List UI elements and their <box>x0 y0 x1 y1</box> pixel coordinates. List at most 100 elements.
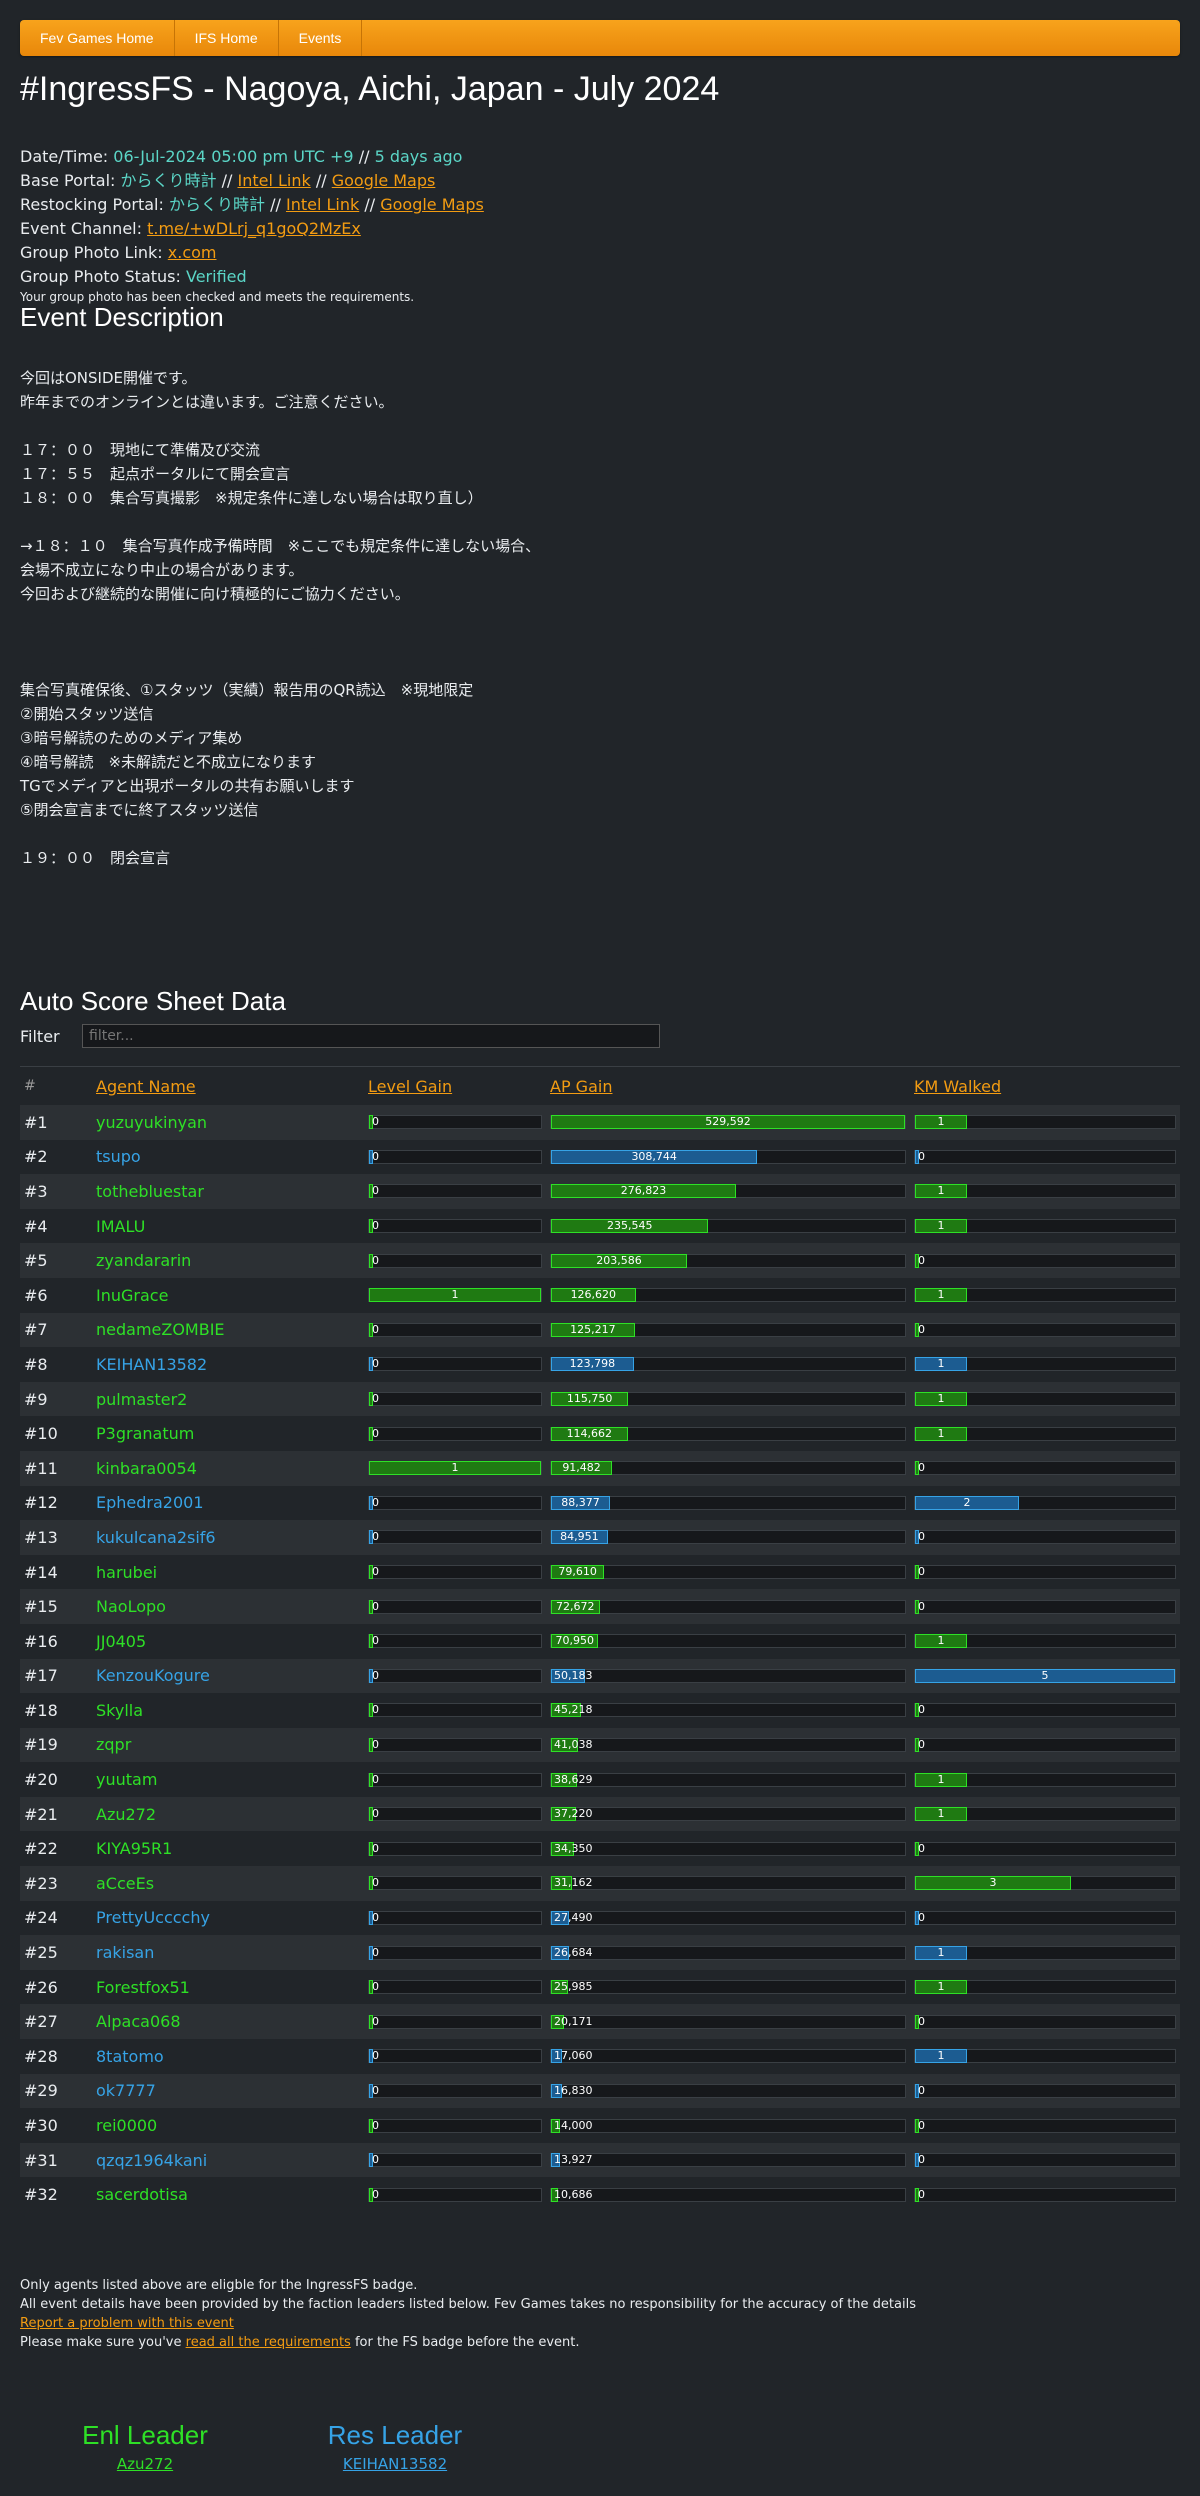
level-gain-cell: 0 <box>364 1693 546 1728</box>
ap-gain-cell: 16,830 <box>546 2073 910 2109</box>
ap-gain-cell: 38,629 <box>546 1762 910 1797</box>
agent-name-cell: rei0000 <box>96 2116 158 2136</box>
header-level-gain[interactable]: Level Gain <box>364 1066 546 1105</box>
footer-disclaimer: All event details have been provided by … <box>20 2297 916 2312</box>
restock-maps-link[interactable]: Google Maps <box>380 195 484 214</box>
km-walked-cell: 0 <box>910 1243 1180 1278</box>
ap-gain-bar-track: 10,686 <box>550 2187 906 2202</box>
ap-gain-bar: 84,951 <box>551 1530 608 1545</box>
rank-cell: #24 <box>24 1908 58 1928</box>
level-gain-bar: 0 <box>369 1737 379 1752</box>
page-title: #IngressFS - Nagoya, Aichi, Japan - July… <box>20 70 720 108</box>
km-walked-bar: 0 <box>915 1737 925 1752</box>
restock-intel-link[interactable]: Intel Link <box>286 195 359 214</box>
ap-gain-cell: 20,171 <box>546 2004 910 2040</box>
event-channel-link[interactable]: t.me/+wDLrj_q1goQ2MzEx <box>147 219 361 238</box>
base-intel-link[interactable]: Intel Link <box>237 171 310 190</box>
ap-gain-bar: 72,672 <box>551 1599 600 1614</box>
restock-portal-row: Restocking Portal: からくり時計 // Intel Link … <box>20 193 484 217</box>
group-photo-status-value: Verified <box>186 267 247 286</box>
level-gain-bar-track: 0 <box>368 1495 542 1510</box>
ap-gain-bar-track: 25,985 <box>550 1980 906 1995</box>
ap-gain-cell: 37,220 <box>546 1796 910 1832</box>
event-channel-label: Event Channel: <box>20 219 142 238</box>
group-photo-link[interactable]: x.com <box>168 243 217 262</box>
agent-name-cell: harubei <box>96 1562 158 1582</box>
res-leader-name-link[interactable]: KEIHAN13582 <box>343 2455 447 2473</box>
level-gain-bar: 0 <box>369 1668 379 1683</box>
km-walked-cell: 1 <box>910 1624 1180 1659</box>
rank-cell: #18 <box>24 1700 58 1720</box>
ap-gain-bar-track: 126,620 <box>550 1288 906 1303</box>
level-gain-bar: 0 <box>369 2187 379 2202</box>
ap-gain-bar-track: 27,490 <box>550 1910 906 1925</box>
ap-gain-bar: 38,629 <box>551 1772 593 1787</box>
separator: // <box>315 171 327 190</box>
datetime-separator: // <box>358 147 370 166</box>
km-walked-bar: 0 <box>915 1149 925 1164</box>
score-table-header: # Agent Name Level Gain AP Gain KM Walke… <box>20 1066 1180 1105</box>
ap-gain-bar: 276,823 <box>551 1184 737 1199</box>
ap-gain-bar: 10,686 <box>551 2187 593 2202</box>
km-walked-bar: 1 <box>915 1392 967 1407</box>
level-gain-bar: 0 <box>369 1115 379 1130</box>
ap-gain-bar-track: 70,950 <box>550 1634 906 1649</box>
header-km-walked[interactable]: KM Walked <box>910 1066 1180 1105</box>
enl-leader-name-link[interactable]: Azu272 <box>117 2455 173 2473</box>
agent-name-cell: yuutam <box>96 1770 158 1790</box>
ap-gain-bar: 235,545 <box>551 1219 709 1234</box>
ap-gain-bar-track: 20,171 <box>550 2014 906 2029</box>
agent-name-cell: Azu272 <box>92 1796 364 1832</box>
level-gain-bar-track: 0 <box>368 1565 542 1580</box>
header-ap-gain[interactable]: AP Gain <box>546 1066 910 1105</box>
nav-ifs-home[interactable]: IFS Home <box>175 20 279 56</box>
nav-fev-games-home[interactable]: Fev Games Home <box>20 20 175 56</box>
table-row: #17 KenzouKogure 0 50,183 5 <box>20 1658 1180 1694</box>
ap-gain-bar: 13,927 <box>551 2153 593 2168</box>
ap-gain-cell: 79,610 <box>546 1555 910 1590</box>
level-gain-bar-track: 0 <box>368 1910 542 1925</box>
report-problem-link[interactable]: Report a problem with this event <box>20 2316 234 2331</box>
ap-gain-cell: 203,586 <box>546 1243 910 1278</box>
ap-gain-bar: 123,798 <box>551 1357 634 1372</box>
table-row: #25 rakisan 0 26,684 1 <box>20 1935 1180 1970</box>
agent-name-cell: qzqz1964kani <box>92 2142 364 2178</box>
level-gain-bar: 1 <box>369 1288 541 1303</box>
agent-name-cell: JJ0405 <box>96 1631 147 1651</box>
ap-gain-bar-track: 115,750 <box>550 1392 906 1407</box>
ap-gain-bar-track: 34,350 <box>550 1841 906 1856</box>
level-gain-bar-track: 0 <box>368 1737 542 1752</box>
header-agent-name[interactable]: Agent Name <box>92 1066 364 1105</box>
requirements-link[interactable]: read all the requirements <box>186 2335 351 2350</box>
level-gain-bar-track: 0 <box>368 1530 542 1545</box>
agent-name-cell: nedameZOMBIE <box>92 1312 364 1348</box>
km-walked-cell: 0 <box>910 1693 1180 1728</box>
level-gain-cell: 0 <box>364 1520 546 1555</box>
km-walked-bar: 5 <box>915 1668 1175 1683</box>
km-walked-bar: 1 <box>915 1426 967 1441</box>
km-walked-bar-track: 1 <box>914 1980 1176 1995</box>
ap-gain-cell: 123,798 <box>546 1347 910 1382</box>
filter-label: Filter <box>20 1026 60 1046</box>
table-row: #3 tothebluestar 0 276,823 1 <box>20 1174 1180 1209</box>
level-gain-bar-track: 0 <box>368 1357 542 1372</box>
level-gain-cell: 0 <box>364 1174 546 1209</box>
km-walked-cell: 1 <box>910 1209 1180 1244</box>
km-walked-bar: 1 <box>915 1184 967 1199</box>
km-walked-bar-track: 1 <box>914 1392 1176 1407</box>
level-gain-bar: 0 <box>369 1495 379 1510</box>
restock-portal-label: Restocking Portal: <box>20 195 164 214</box>
level-gain-bar-track: 0 <box>368 2083 542 2098</box>
base-maps-link[interactable]: Google Maps <box>332 171 436 190</box>
agent-name-cell: P3granatum <box>96 1424 195 1444</box>
km-walked-cell: 1 <box>910 1347 1180 1382</box>
nav-events[interactable]: Events <box>279 20 363 56</box>
filter-input[interactable] <box>82 1024 660 1048</box>
km-walked-bar: 0 <box>915 1322 925 1337</box>
level-gain-cell: 0 <box>364 2177 546 2212</box>
km-walked-bar-track: 0 <box>914 1565 1176 1580</box>
rank-cell: #8 <box>24 1354 48 1374</box>
ap-gain-bar-track: 17,060 <box>550 2049 906 2064</box>
table-row: #32 sacerdotisa 0 10,686 0 <box>20 2177 1180 2212</box>
level-gain-cell: 0 <box>364 1935 546 1970</box>
